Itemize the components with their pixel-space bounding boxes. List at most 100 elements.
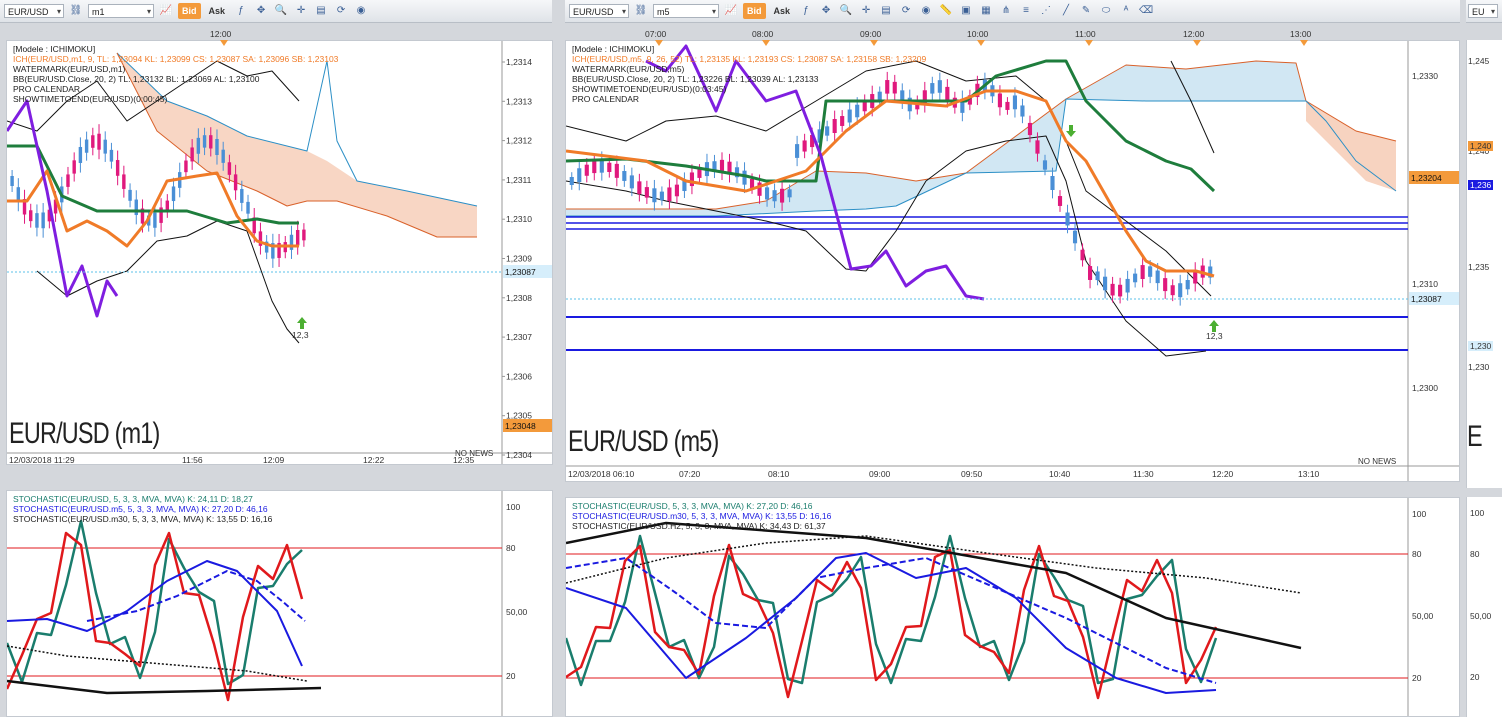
left-price-chart[interactable]: 12,3 1,2314 1,2313 1,2312 1,2311 1,2310 1,2309…: [6, 40, 553, 465]
trendline-icon[interactable]: ╱: [1058, 4, 1074, 18]
fork-icon[interactable]: ⋔: [998, 4, 1014, 18]
time-tick-label: 11:30: [1133, 469, 1154, 479]
candle-body: [802, 140, 807, 152]
legend-line: [Modele : ICHIMOKU]: [13, 44, 96, 54]
candle-body: [855, 104, 860, 118]
picture-icon[interactable]: ▣: [958, 4, 974, 18]
ruler-icon[interactable]: 📏: [938, 4, 954, 18]
stoch-tick-label: 80: [1412, 549, 1422, 559]
chart-type-icon[interactable]: 📈: [158, 4, 174, 18]
candle-body: [840, 116, 845, 126]
candle-body: [1057, 196, 1063, 206]
link-icon[interactable]: ⛓: [633, 4, 649, 18]
ask-button[interactable]: Ask: [205, 3, 230, 19]
left-stoch-legend: STOCHASTIC(EUR/USD, 5, 3, 3, MVA, MVA) K…: [13, 494, 272, 524]
refresh-icon[interactable]: ⟳: [898, 4, 914, 18]
stoch-m30-k-line: [7, 679, 322, 695]
stoch-k-line: [7, 531, 304, 702]
legend-line: WATERMARK(EUR/USD,m5): [572, 64, 685, 74]
chart-type-icon[interactable]: 📈: [723, 4, 739, 18]
indicator-icon[interactable]: ƒ: [233, 4, 249, 18]
link-icon[interactable]: ⛓: [68, 4, 84, 18]
bid-button[interactable]: Bid: [178, 3, 201, 19]
candle-body: [667, 187, 672, 202]
left-stochastic-chart[interactable]: 100 80 50,00 20 STOCHASTIC(EUR/USD, 5, 3, 3…: [6, 490, 553, 717]
time-tick-label: 11:56: [182, 455, 203, 465]
horizontal-lines-icon[interactable]: ≡: [1018, 4, 1034, 18]
candle-body: [29, 210, 33, 222]
stoch-tick-label: 50,00: [1470, 611, 1492, 621]
candle-body: [1185, 280, 1190, 290]
candle-body: [1065, 212, 1070, 226]
refresh-icon[interactable]: ⟳: [333, 4, 349, 18]
candle-body: [1035, 140, 1040, 154]
layout-icon[interactable]: ▦: [978, 4, 994, 18]
indicator-icon[interactable]: ƒ: [798, 4, 814, 18]
zoom-icon[interactable]: 🔍: [273, 4, 289, 18]
cursor-icon[interactable]: ✥: [818, 4, 834, 18]
text-icon[interactable]: ᴬ: [1118, 4, 1134, 18]
time-tick-label: 12:22: [363, 455, 385, 465]
timeframe-select[interactable]: m5: [653, 4, 719, 19]
far-right-stochastic-chart[interactable]: [1466, 497, 1502, 717]
stoch-h2-k-line: [566, 521, 1302, 650]
candle-body: [184, 160, 188, 173]
ask-button[interactable]: Ask: [770, 3, 795, 19]
stoch-legend-line: STOCHASTIC(EUR/USD, 5, 3, 3, MVA, MVA) K…: [572, 501, 813, 511]
price-tick-label: 1,2330: [1412, 71, 1438, 81]
bid-button[interactable]: Bid: [743, 3, 766, 19]
globe-icon[interactable]: ◉: [918, 4, 934, 18]
candle-body: [134, 199, 138, 216]
crosshair-icon[interactable]: ✛: [858, 4, 874, 18]
symbol-select[interactable]: EU: [1468, 4, 1498, 19]
stoch-tick-label: 20: [506, 671, 516, 681]
candle-body: [122, 174, 126, 189]
candle-body: [652, 188, 657, 203]
ichi-price-text: 1,23204: [1411, 173, 1442, 183]
no-news-label: NO NEWS: [455, 449, 494, 458]
time-marker-icon: [655, 40, 663, 46]
up-arrow-icon: [297, 317, 307, 329]
eraser-icon[interactable]: ⌫: [1138, 4, 1154, 18]
candle-body: [289, 234, 294, 250]
candle-body: [115, 160, 120, 176]
cursor-icon[interactable]: ✥: [253, 4, 269, 18]
time-tick-label: 10:40: [1049, 469, 1071, 479]
symbol-select[interactable]: EUR/USD: [569, 4, 629, 19]
top-time-label: 07:00: [645, 29, 667, 39]
stoch-tick-label: 50,00: [1412, 611, 1434, 621]
top-time-label: 11:00: [1075, 29, 1096, 39]
candle-body: [1103, 276, 1108, 291]
properties-icon[interactable]: ▤: [878, 4, 894, 18]
candle-body: [10, 176, 14, 186]
globe-icon[interactable]: ◉: [353, 4, 369, 18]
crosshair-icon[interactable]: ✛: [293, 4, 309, 18]
arrow-label: 12,3: [1206, 331, 1223, 341]
top-time-label: 12:00: [1183, 29, 1205, 39]
symbol-select[interactable]: EUR/USD: [4, 4, 64, 19]
legend-line: PRO CALENDAR: [572, 94, 640, 104]
price-tick-label: 1,2310: [1412, 279, 1438, 289]
properties-icon[interactable]: ▤: [313, 4, 329, 18]
price-tick-label: 1,2310: [506, 214, 532, 224]
legend-line: SHOWTIMETOEND(EUR/USD)(0:00:45): [13, 94, 168, 104]
candle-body: [196, 137, 201, 154]
candle-body: [97, 133, 101, 150]
timeframe-select[interactable]: m1: [88, 4, 154, 19]
zoom-icon[interactable]: 🔍: [838, 4, 854, 18]
candle-body: [644, 187, 649, 198]
current-price-text: 1,23087: [1411, 294, 1442, 304]
candle-body: [607, 162, 612, 173]
candle-body: [832, 119, 837, 133]
fan-icon[interactable]: ⋰: [1038, 4, 1054, 18]
candle-body: [1087, 266, 1093, 280]
stoch-legend-line: STOCHASTIC(EUR/USD.m30, 5, 3, 3, MVA, MV…: [572, 511, 832, 521]
stoch-legend-line: STOCHASTIC(EUR/USD.H2, 5, 3, 3, MVA, MVA…: [572, 521, 826, 531]
right-toolbar: EUR/USD ⛓ m5 📈 Bid Ask ƒ ✥ 🔍 ✛ ▤ ⟳ ◉ 📏 ▣…: [565, 0, 1460, 23]
watermark-label: E: [1467, 420, 1483, 453]
right-price-chart[interactable]: 12,31,23301,23201,23101,23001,232041,230…: [565, 40, 1460, 482]
candle-body: [1005, 101, 1010, 110]
right-stochastic-chart[interactable]: 100 80 50,00 20 STOCHASTIC(EUR/USD, 5, 3, 3…: [565, 497, 1460, 717]
ellipse-icon[interactable]: ⬭: [1098, 4, 1114, 18]
brush-icon[interactable]: ✎: [1078, 4, 1094, 18]
